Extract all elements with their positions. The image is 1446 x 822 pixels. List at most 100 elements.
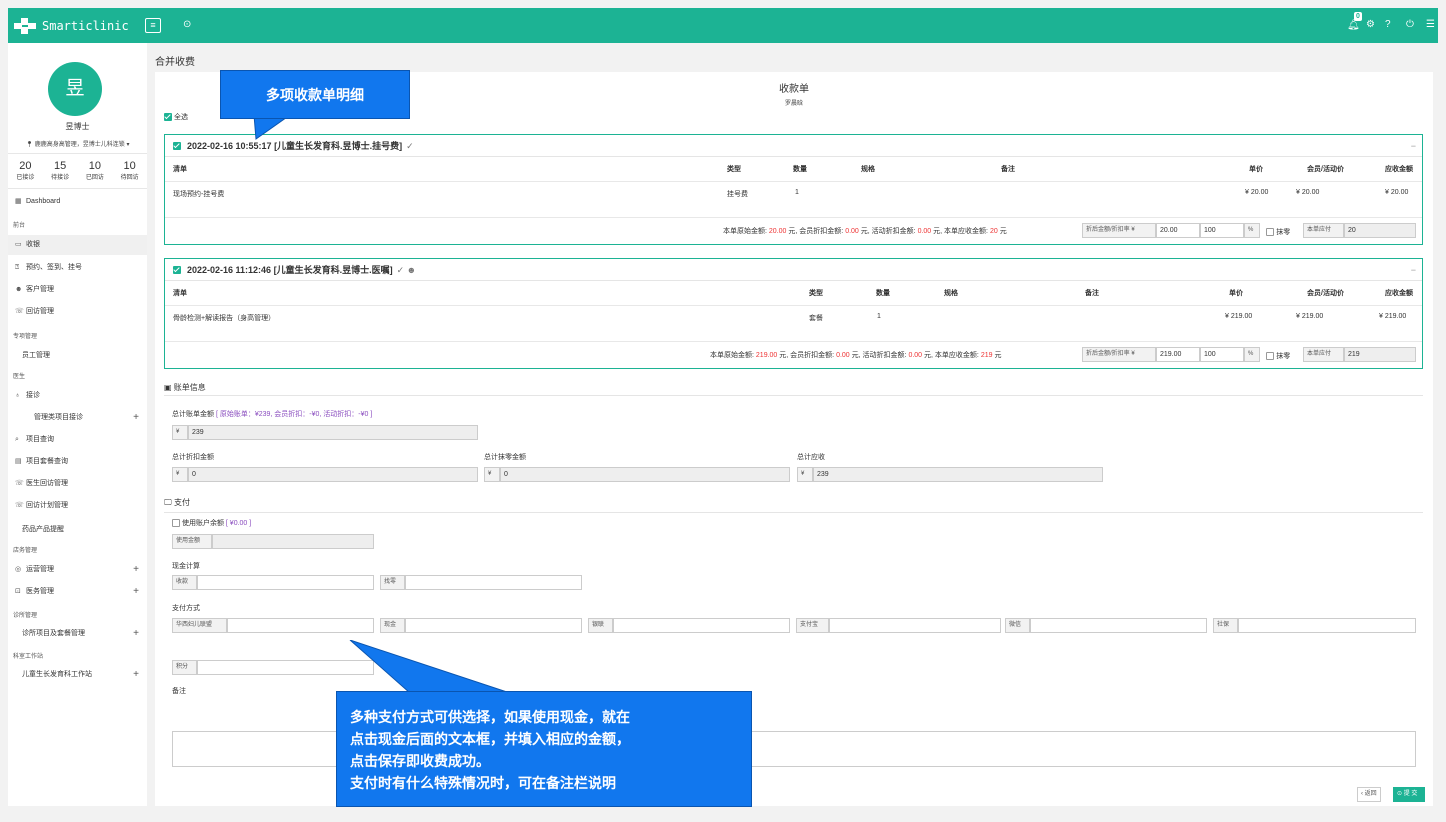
menu-toggle-button[interactable]: ≡ (145, 18, 161, 33)
help-icon[interactable]: ? (1385, 18, 1391, 32)
sidebar-item-item-query[interactable]: ⌕ 项目查询 (8, 430, 147, 450)
sidebar-item-mgmt-reception[interactable]: 管理类项目接诊 + (8, 408, 147, 428)
table-cell: ¥ 20.00 (1385, 189, 1409, 196)
grid-icon: ▦ (15, 198, 22, 205)
pay-value: 20 (1344, 223, 1416, 238)
col-header: 应收金额 (1385, 166, 1413, 173)
top-bar: Smarticlinic ≡ ⊙ 🔔︎ 0 ⚙ ? ⏻ ☰ (8, 8, 1438, 43)
monitor-icon: 🖵︎ (164, 498, 172, 507)
table-cell: 1 (877, 313, 881, 320)
list-icon[interactable]: ☰ (1426, 18, 1435, 32)
discount-amount-input[interactable]: 219.00 (1156, 347, 1200, 362)
stat-item[interactable]: 15 待接诊 (43, 154, 78, 188)
col-header: 单价 (1249, 166, 1263, 173)
currency-addon: ¥ (484, 467, 500, 482)
nav-section-doctor: 医生 (13, 374, 26, 380)
currency-addon: ¥ (797, 467, 813, 482)
app-name: Smarticlinic (42, 18, 129, 33)
gear-icon[interactable]: ⚙ (1366, 18, 1375, 32)
submit-button[interactable]: ⊙ 提 交 (1393, 787, 1425, 802)
sidebar-item-staff[interactable]: 员工管理 (22, 350, 50, 360)
change-input[interactable] (405, 575, 582, 590)
nav-section-front: 前台 (13, 223, 26, 229)
col-header: 备注 (1001, 166, 1015, 173)
round-total: 0 (500, 467, 790, 482)
minimize-icon[interactable]: − (1411, 259, 1416, 281)
caret-down-icon: ▾ (126, 142, 130, 148)
menu-icon: ≡ (150, 20, 156, 30)
col-header: 清单 (173, 290, 187, 297)
payment-section-title: 🖵︎ 支付 (164, 498, 190, 507)
sidebar-item-booking[interactable]: ⍰ 预约、签到、挂号 (8, 258, 147, 278)
receive-input[interactable] (197, 575, 374, 590)
round-checkbox[interactable]: 抹零 (1266, 351, 1290, 361)
order-checkbox[interactable] (173, 141, 181, 150)
table-cell: ¥ 20.00 (1296, 189, 1320, 196)
use-balance-checkbox[interactable]: 使用账户余额 [ ¥0.00 ] (172, 518, 251, 528)
sidebar-item-plan-followup[interactable]: ☏ 回访计划管理 (8, 496, 147, 516)
method-input-huaxi[interactable] (227, 618, 374, 633)
sidebar-item-dashboard[interactable]: ▦ Dashboard (8, 192, 147, 212)
table-cell: 现场预约-挂号费 (173, 191, 225, 198)
select-all-checkbox[interactable]: 全选 (164, 112, 188, 122)
pay-label: 本单应付 (1303, 347, 1344, 362)
stat-item[interactable]: 20 已接诊 (8, 154, 43, 188)
power-icon[interactable]: ⏻ (1406, 18, 1414, 32)
back-button[interactable]: ‹ 返回 (1357, 787, 1381, 802)
sidebar-item-followup[interactable]: ☏ 回访管理 (8, 302, 147, 322)
phone-icon: ☏ (15, 480, 24, 487)
sidebar-item-drug-reminder[interactable]: 药品产品提醒 (22, 524, 64, 534)
minimize-icon[interactable]: − (1411, 135, 1416, 157)
phone-icon: ☏ (15, 502, 24, 509)
method-label-alipay: 支付宝 (796, 618, 829, 633)
discount-amount-input[interactable]: 20.00 (1156, 223, 1200, 238)
col-header: 应收金额 (1385, 290, 1413, 297)
col-header: 会员/活动价 (1307, 290, 1344, 297)
table-cell: ¥ 219.00 (1225, 313, 1253, 320)
col-header: 规格 (861, 166, 875, 173)
method-input-cash[interactable] (405, 618, 582, 633)
cash-calc-label: 现金计算 (172, 563, 200, 570)
order-summary: 本单原始金额: 20.00 元, 会员折扣金额: 0.00 元, 活动折扣金额:… (723, 228, 1007, 235)
due-total: 239 (813, 467, 1103, 482)
method-input-alipay[interactable] (829, 618, 1001, 633)
stat-item[interactable]: 10 已回访 (78, 154, 113, 188)
stethoscope-icon: ♁ (15, 392, 21, 399)
avatar[interactable]: 昱 (48, 62, 102, 116)
bell-icon[interactable]: 🔔︎ (1347, 20, 1360, 31)
method-input-unionpay[interactable] (613, 618, 790, 633)
method-input-social[interactable] (1238, 618, 1416, 633)
register-icon: ⍰ (15, 264, 20, 271)
discount-total-label: 总计折扣金额 (172, 454, 214, 461)
phone-icon: ☏ (15, 308, 24, 315)
target-icon[interactable]: ⊙ (183, 18, 191, 32)
plus-icon: + (133, 412, 139, 423)
use-amount-input (212, 534, 374, 549)
app-logo[interactable]: Smarticlinic (8, 8, 129, 43)
order-checkbox[interactable] (173, 265, 181, 274)
total-amount: 239 (188, 425, 478, 440)
sidebar-item-operations[interactable]: ◎ 运营管理 + (8, 560, 147, 580)
sidebar-item-doctor-followup[interactable]: ☏ 医生回访管理 (8, 474, 147, 494)
col-header: 备注 (1085, 290, 1099, 297)
round-checkbox[interactable]: 抹零 (1266, 227, 1290, 237)
discount-rate-input[interactable]: 100 (1200, 347, 1244, 362)
bill-section-title: ▣ 账单信息 (164, 383, 206, 392)
sidebar-item-reception[interactable]: ♁ 接诊 (8, 386, 147, 406)
table-cell: 挂号费 (727, 191, 748, 198)
sidebar-item-clinic-items[interactable]: 诊所项目及套餐管理 + (8, 624, 147, 644)
col-header: 数量 (793, 166, 807, 173)
discount-rate-input[interactable]: 100 (1200, 223, 1244, 238)
method-input-wechat[interactable] (1030, 618, 1207, 633)
callout-detail: 多项收款单明细 (220, 70, 410, 119)
sidebar-item-child-station[interactable]: 儿童生长发育科工作站 + (8, 665, 147, 685)
sidebar-item-package-query[interactable]: ▤ 项目套餐查询 (8, 452, 147, 472)
user-location[interactable]: 📍︎ 鹿鹿高身高管理，昱博士儿科连锁 ▾ (8, 139, 147, 148)
callout-payment: 多种支付方式可供选择，如果使用现金，就在 点击现金后面的文本框，并填入相应的金额… (336, 691, 752, 807)
stat-item[interactable]: 10 待回访 (112, 154, 147, 188)
percent-addon: % (1244, 223, 1260, 238)
users-icon: ☻ (15, 286, 23, 293)
sidebar-item-medical[interactable]: ⊡ 医务管理 + (8, 582, 147, 602)
sidebar-item-customers[interactable]: ☻ 客户管理 (8, 280, 147, 300)
sidebar-item-charge[interactable]: ▭ 收银 (8, 235, 147, 255)
